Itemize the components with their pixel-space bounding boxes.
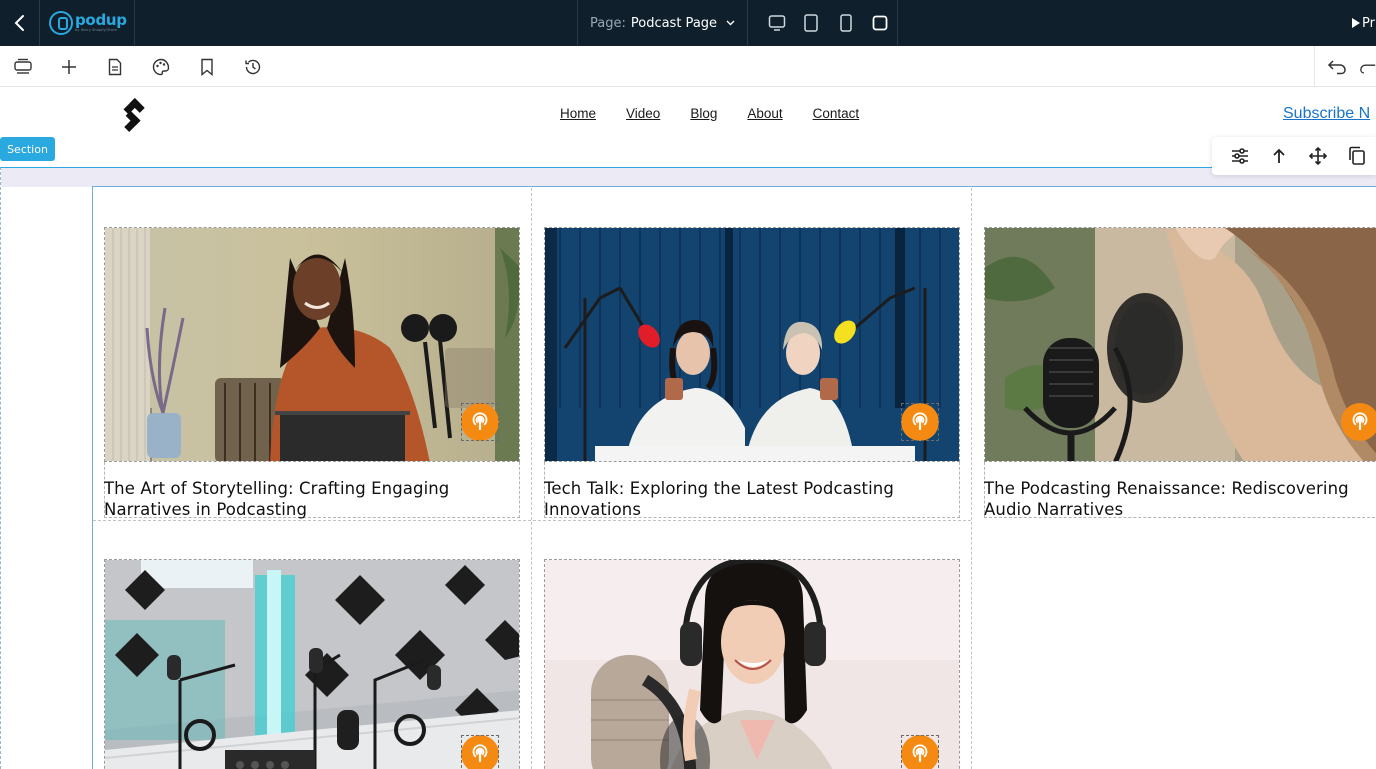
top-bar: podup by Harry Shopify/Store Page: Podca… (0, 0, 1376, 46)
chevron-down-icon (726, 20, 735, 26)
preview-label: Pr (1362, 15, 1375, 31)
duplicate-icon (1348, 146, 1365, 165)
badge-selection (461, 735, 499, 769)
brand-name: podup (75, 11, 127, 29)
card-title[interactable]: The Podcasting Renaissance: Rediscoverin… (984, 478, 1376, 520)
card-image[interactable] (544, 227, 960, 462)
card-image[interactable] (104, 559, 520, 769)
duplicate-section-button[interactable] (1337, 137, 1376, 175)
site-logo-icon[interactable] (112, 95, 152, 135)
column-guide (971, 188, 972, 769)
redo-button[interactable] (1359, 46, 1376, 87)
pages-button[interactable] (93, 46, 137, 87)
tablet-landscape-icon (804, 14, 819, 32)
section-padding (1, 168, 1376, 187)
device-desktop-button[interactable] (760, 0, 794, 46)
card-image[interactable] (984, 227, 1376, 462)
theme-button[interactable] (139, 46, 183, 87)
page-selector-label: Page: (590, 15, 626, 31)
move-section-up-button[interactable] (1259, 137, 1298, 175)
nav-link-contact[interactable]: Contact (813, 106, 860, 121)
device-mobile-button[interactable] (863, 0, 897, 46)
nav-link-home[interactable]: Home (560, 106, 596, 121)
device-switcher (748, 0, 898, 46)
page-icon (108, 58, 122, 75)
page-selector-value: Podcast Page (630, 15, 718, 31)
badge-selection (901, 735, 939, 769)
layers-button[interactable] (1, 46, 45, 87)
undo-button[interactable] (1315, 46, 1359, 87)
arrow-up-icon (1272, 148, 1285, 163)
device-laptop-button[interactable] (794, 0, 828, 46)
drag-section-button[interactable] (1298, 137, 1337, 175)
device-tablet-button[interactable] (829, 0, 863, 46)
history-button[interactable] (231, 46, 275, 87)
layers-icon (14, 58, 32, 74)
add-element-button[interactable] (47, 46, 91, 87)
add-icon (62, 59, 76, 74)
podcast-card[interactable]: The Podcasting Renaissance: Rediscoverin… (984, 227, 1376, 527)
redo-icon (1360, 64, 1376, 74)
podcast-card[interactable] (544, 559, 960, 769)
undo-redo-group (1314, 46, 1376, 87)
section-settings-button[interactable] (1220, 137, 1259, 175)
mobile-icon (872, 15, 888, 31)
tablet-icon (839, 14, 852, 32)
settings-sliders-icon (1231, 148, 1248, 164)
podcast-icon (1352, 412, 1368, 431)
podup-logo-icon (49, 11, 73, 35)
card-title[interactable]: The Art of Storytelling: Crafting Engagi… (104, 478, 520, 520)
nav-link-blog[interactable]: Blog (690, 106, 717, 121)
section-toolbar (1212, 137, 1376, 175)
move-icon (1308, 146, 1327, 166)
play-icon (1352, 18, 1360, 28)
row-guide (93, 520, 971, 521)
preview-button[interactable]: Pr (1346, 0, 1376, 46)
editor-toolbar (0, 46, 1376, 87)
desktop-icon (768, 15, 786, 31)
bookmark-button[interactable] (185, 46, 229, 87)
badge-selection (461, 403, 499, 441)
subscribe-link[interactable]: Subscribe N (1283, 105, 1370, 123)
site-nav: Home Video Blog About Contact (560, 106, 889, 121)
chevron-left-icon (14, 15, 24, 31)
card-title[interactable]: Tech Talk: Exploring the Latest Podcasti… (544, 478, 960, 520)
card-image[interactable] (544, 559, 960, 769)
podcast-badge[interactable] (1341, 403, 1376, 441)
history-icon (245, 59, 261, 74)
bookmark-icon (201, 58, 213, 76)
editor-app: podup by Harry Shopify/Store Page: Podca… (0, 0, 1376, 769)
nav-link-about[interactable]: About (747, 106, 782, 121)
badge-selection (901, 403, 939, 441)
brand-sub: by Harry Shopify/Store (75, 28, 117, 32)
back-button[interactable] (0, 0, 40, 46)
undo-icon (1327, 59, 1346, 74)
palette-icon (152, 58, 170, 75)
nav-link-video[interactable]: Video (626, 106, 660, 121)
card-image[interactable] (104, 227, 520, 462)
podcast-card[interactable] (104, 559, 520, 769)
brand-logo[interactable]: podup by Harry Shopify/Store (40, 0, 135, 46)
page-selector[interactable]: Page: Podcast Page (577, 0, 748, 46)
section-badge[interactable]: Section (0, 137, 55, 161)
column-guide (531, 188, 532, 769)
